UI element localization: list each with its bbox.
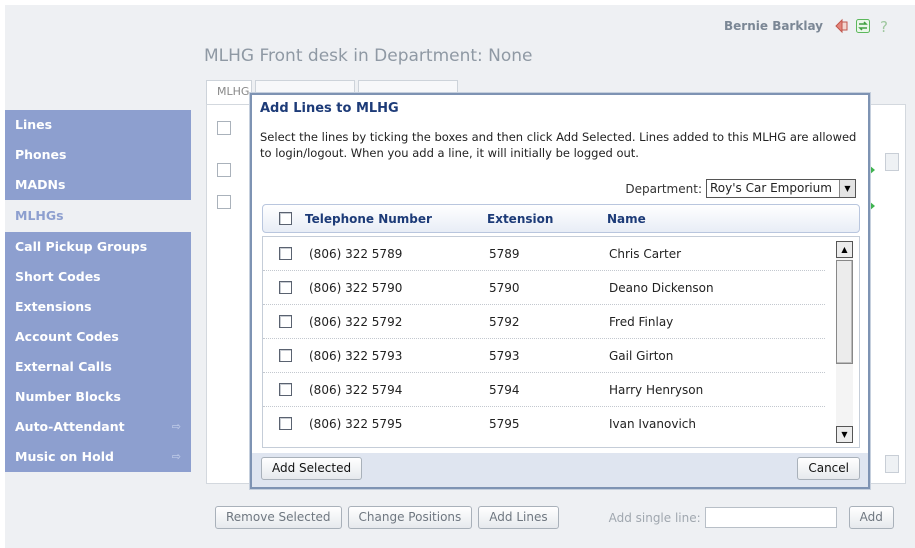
sidebar-item-label: Auto-Attendant (15, 419, 125, 434)
telephone-number: (806) 322 5792 (309, 315, 403, 329)
name: Ivan Ivanovich (609, 417, 696, 431)
help-icon[interactable]: ? (877, 18, 893, 36)
dialog-title: Add Lines to MLHG (260, 101, 399, 116)
list-scrollbar[interactable]: ▲ ▼ (836, 241, 853, 443)
extension: 5795 (489, 417, 520, 431)
background-checkbox[interactable] (217, 195, 231, 209)
sidebar-item-mlhgs[interactable]: MLHGs (5, 200, 191, 232)
column-header: Telephone Number Extension Name (262, 204, 860, 233)
sidebar-item-label: Extensions (15, 299, 92, 314)
lines-list: (806) 322 5789 5789 Chris Carter (806) 3… (262, 236, 860, 448)
dialog-description: Select the lines by ticking the boxes an… (260, 130, 857, 160)
name: Chris Carter (609, 247, 682, 261)
row-checkbox[interactable] (279, 349, 292, 362)
background-scroll-up[interactable] (885, 153, 899, 171)
list-item[interactable]: (806) 322 5792 5792 Fred Finlay (263, 305, 825, 339)
row-checkbox[interactable] (279, 417, 292, 430)
name: Gail Girton (609, 349, 674, 363)
external-link-icon: ⇨ (171, 450, 181, 463)
telephone-number: (806) 322 5793 (309, 349, 403, 363)
extension: 5794 (489, 383, 520, 397)
sidebar-item-auto-attendant[interactable]: Auto-Attendant ⇨ (5, 412, 191, 442)
sidebar-item-label: Number Blocks (15, 389, 121, 404)
user-name: Bernie Barklay (724, 19, 823, 33)
add-single-line-input[interactable] (704, 507, 837, 528)
cancel-button[interactable]: Cancel (797, 457, 860, 480)
sidebar-item-lines[interactable]: Lines (5, 110, 191, 140)
name: Deano Dickenson (609, 281, 714, 295)
select-all-checkbox[interactable] (279, 212, 292, 225)
sidebar: Lines Phones MADNs MLHGs Call Pickup Gro… (5, 110, 191, 472)
add-lines-button[interactable]: Add Lines (478, 506, 559, 529)
refresh-icon[interactable] (855, 18, 871, 34)
telephone-number: (806) 322 5794 (309, 383, 403, 397)
sidebar-item-external-calls[interactable]: External Calls (5, 352, 191, 382)
column-telephone-number[interactable]: Telephone Number (305, 212, 432, 226)
background-checkbox[interactable] (217, 163, 231, 177)
add-single-line-label: Add single line: (608, 510, 701, 525)
sidebar-item-account-codes[interactable]: Account Codes (5, 322, 191, 352)
extension: 5792 (489, 315, 520, 329)
department-label: Department: (625, 181, 702, 196)
add-lines-dialog: Add Lines to MLHG Select the lines by ti… (250, 93, 870, 489)
scroll-up-arrow-icon[interactable]: ▲ (836, 241, 853, 258)
background-scroll-down[interactable] (885, 455, 899, 473)
sidebar-item-label: External Calls (15, 359, 112, 374)
external-link-icon: ⇨ (171, 420, 181, 433)
extension: 5793 (489, 349, 520, 363)
sidebar-item-number-blocks[interactable]: Number Blocks (5, 382, 191, 412)
sidebar-item-phones[interactable]: Phones (5, 140, 191, 170)
telephone-number: (806) 322 5789 (309, 247, 403, 261)
list-item[interactable]: (806) 322 5790 5790 Deano Dickenson (263, 271, 825, 305)
scroll-down-arrow-icon[interactable]: ▼ (836, 426, 853, 443)
sidebar-item-extensions[interactable]: Extensions (5, 292, 191, 322)
extension: 5789 (489, 247, 520, 261)
row-checkbox[interactable] (279, 383, 292, 396)
list-item[interactable]: (806) 322 5793 5793 Gail Girton (263, 339, 825, 373)
department-select[interactable]: Roy's Car Emporium ▼ (706, 179, 856, 198)
page-title: MLHG Front desk in Department: None (204, 46, 533, 66)
list-item[interactable]: (806) 322 5795 5795 Ivan Ivanovich (263, 407, 825, 441)
background-checkbox[interactable] (217, 121, 231, 135)
remove-selected-button[interactable]: Remove Selected (215, 506, 342, 529)
row-checkbox[interactable] (279, 247, 292, 260)
sidebar-item-label: MADNs (15, 177, 66, 192)
add-button[interactable]: Add (848, 506, 894, 529)
name: Harry Henryson (609, 383, 704, 397)
telephone-number: (806) 322 5795 (309, 417, 403, 431)
dialog-footer: Add Selected Cancel (252, 453, 868, 487)
sidebar-item-label: Lines (15, 117, 53, 132)
user-area: Bernie Barklay ? (724, 18, 893, 36)
change-positions-button[interactable]: Change Positions (347, 506, 473, 529)
row-checkbox[interactable] (279, 281, 292, 294)
svg-text:?: ? (880, 18, 888, 34)
column-name[interactable]: Name (607, 212, 646, 226)
sidebar-item-short-codes[interactable]: Short Codes (5, 262, 191, 292)
bottom-action-bar: Remove Selected Change Positions Add Lin… (215, 506, 900, 529)
add-selected-button[interactable]: Add Selected (261, 457, 363, 480)
sidebar-item-label: Short Codes (15, 269, 101, 284)
sidebar-item-label: Music on Hold (15, 449, 114, 464)
logout-icon[interactable] (833, 18, 849, 34)
sidebar-item-music-on-hold[interactable]: Music on Hold ⇨ (5, 442, 191, 472)
extension: 5790 (489, 281, 520, 295)
sidebar-item-madns[interactable]: MADNs (5, 170, 191, 200)
tab-mlhg[interactable]: MLHG (206, 80, 252, 104)
sidebar-item-label: Phones (15, 147, 67, 162)
column-extension[interactable]: Extension (487, 212, 553, 226)
scrollbar-thumb[interactable] (836, 260, 853, 364)
chevron-down-icon[interactable]: ▼ (839, 180, 855, 197)
row-checkbox[interactable] (279, 315, 292, 328)
sidebar-item-label: MLHGs (15, 208, 64, 223)
list-item[interactable]: (806) 322 5794 5794 Harry Henryson (263, 373, 825, 407)
sidebar-item-label: Call Pickup Groups (15, 239, 148, 254)
department-filter: Department: Roy's Car Emporium ▼ (625, 179, 856, 198)
sidebar-item-label: Account Codes (15, 329, 119, 344)
list-item[interactable]: (806) 322 5789 5789 Chris Carter (263, 237, 825, 271)
sidebar-item-call-pickup-groups[interactable]: Call Pickup Groups (5, 232, 191, 262)
telephone-number: (806) 322 5790 (309, 281, 403, 295)
department-selected-value: Roy's Car Emporium (710, 181, 832, 195)
name: Fred Finlay (609, 315, 674, 329)
